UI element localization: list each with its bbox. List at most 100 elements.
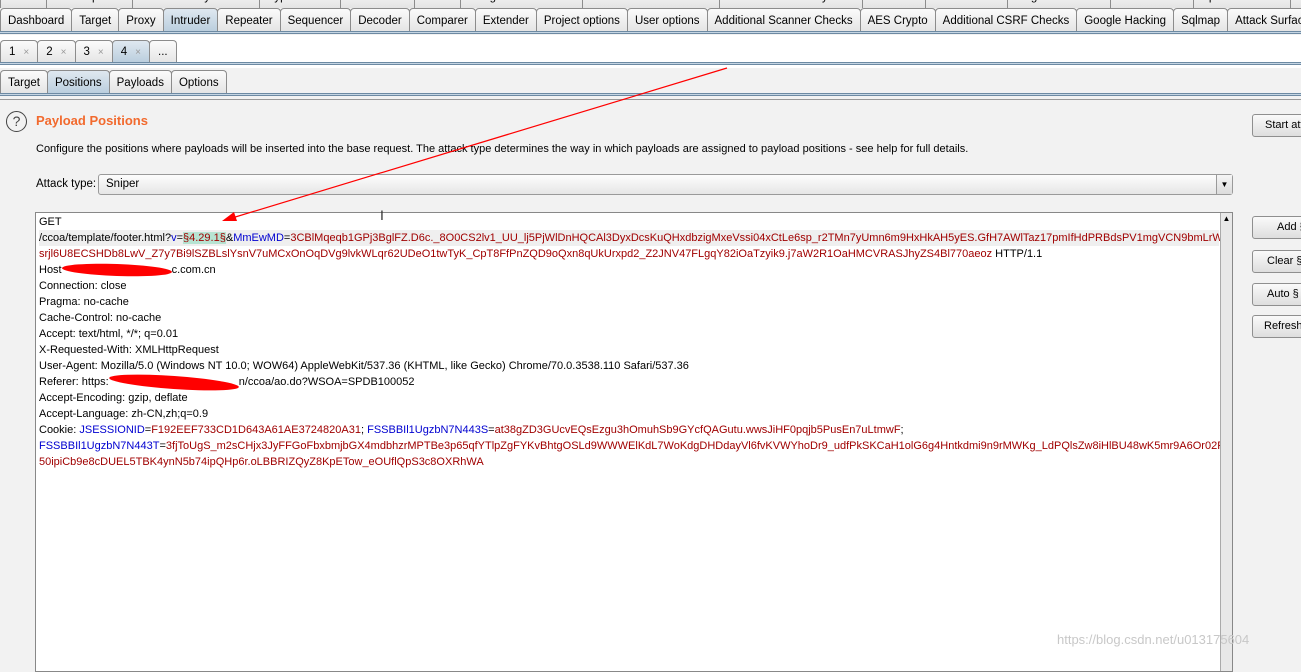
clear-marker-button[interactable]: Clear § [1252,250,1301,273]
request-line: Cookie: JSESSIONID=F192EEF733CD1D643A61A… [39,422,1219,438]
tab-sqlmap[interactable]: Sqlmap [1173,8,1229,32]
tab-bypass-waf[interactable]: Bypass WAF [258,0,341,8]
start-attack-button[interactable]: Start attack [1252,114,1301,137]
request-line: Cache-Control: no-cache [39,310,1219,326]
tab-intruder[interactable]: Intruder [162,8,219,32]
request-text: Accept: text/html, */*; q=0.01 [39,328,179,340]
add-marker-button[interactable]: Add § [1252,216,1301,239]
request-text: Cookie: [39,424,80,436]
divider [0,93,1301,96]
tab-sequencer[interactable]: Sequencer [279,8,352,32]
tab-xssvalidator[interactable]: XSSValidator [1110,0,1194,8]
tab-positions[interactable]: Positions [46,70,110,94]
tab-repeater[interactable]: Repeater [217,8,281,32]
request-text: X-Requested-With: XMLHttpRequest [39,344,219,356]
attack-type-select[interactable]: Sniper ▼ [98,174,1233,195]
tab-options[interactable]: Options [170,70,227,94]
tab-3[interactable]: 3 × [74,40,113,63]
tab-label: 4 [120,46,128,58]
panel-description: Configure the positions where payloads w… [36,143,969,155]
tab-autorepeater[interactable]: AutoRepeater [45,0,133,8]
tab-cheeling[interactable]: CHEELING [339,0,415,8]
tab-target-redirector[interactable]: Target Redirector [1006,0,1112,8]
tab-label: Proxy [126,14,156,27]
tab-aws-security-checks[interactable]: AWS Security Checks [131,0,260,8]
request-line: /ccoa/template/footer.html?v=§4.29.1§&Mm… [39,230,1232,246]
help-icon[interactable]: ? [6,111,27,132]
tab-json-js[interactable]: JSON JS [862,0,926,8]
tab-deserialization-scanner[interactable]: Deserialization Scanner [582,0,720,8]
close-icon[interactable]: × [61,47,67,58]
tab-label: Comparer [416,14,468,27]
close-icon[interactable]: × [135,47,141,58]
tab-label: AutoRepeater [54,0,125,3]
extension-tabs-row: AuthZ AutoRepeater AWS Security Checks Bypa… [0,0,1301,8]
scroll-up-icon[interactable]: ▲ [1221,213,1232,225]
close-icon[interactable]: × [98,47,104,58]
tab-label: ... [158,46,168,58]
param-value: srjl6U8ECSHDb8LwV_Z7y7Bi9lSZBLslYsnV7uMC… [39,248,993,260]
main-tabs: Dashboard Target Proxy Intruder Repeater Sequ… [0,8,1301,32]
request-text: HTTP/1.1 [992,248,1043,260]
auto-marker-button[interactable]: Auto § [1252,283,1301,306]
tab-label: Additional Scanner Checks [714,14,853,27]
tab-label: Sequencer [287,14,344,27]
tab-decoder[interactable]: Decoder [350,8,410,32]
tab-label: User options [634,14,700,27]
tab-label: Java Serialized Payloads [727,0,856,3]
tab-4[interactable]: 4 × [111,40,150,63]
tab-attack-surface-detector[interactable]: Attack Surface Detector [1227,8,1301,32]
tab-label: Sqlmap [1181,14,1221,27]
watermark: https://blog.csdn.net/u013175604 [1057,632,1250,647]
divider [0,31,1301,34]
request-line: Accept-Encoding: gzip, deflate [39,390,1219,406]
tab-java-serialized-payloads[interactable]: Java Serialized Payloads [718,0,864,8]
tab-label: Google Hacking [1084,14,1167,27]
vertical-scrollbar[interactable]: ▲ [1220,213,1232,671]
tab-2[interactable]: 2 × [37,40,76,63]
tab-extender[interactable]: Extender [474,8,537,32]
request-line: 50ipiCb9e8cDUEL5TBK4ynN5b74ipQHp6r.oLBBR… [39,454,1219,470]
tab-proxy[interactable]: Proxy [118,8,164,32]
text-cursor-icon: I [380,207,384,223]
request-editor[interactable]: GET/ccoa/template/footer.html?v=§4.29.1§… [35,212,1233,672]
tab-google-authenticator[interactable]: Google Authenticator [459,0,584,8]
tab-authz[interactable]: AuthZ [0,0,47,8]
refresh-button[interactable]: Refresh [1252,315,1301,338]
chevron-down-icon[interactable]: ▼ [1216,175,1232,194]
request-text: Cache-Control: no-cache [39,312,162,324]
redaction-mark [61,262,172,279]
tab-label: Dashboard [8,14,65,27]
tab-project-options[interactable]: Project options [535,8,628,32]
tab-upload-scanner[interactable]: Upload Scanner [1192,0,1292,8]
tab-user-options[interactable]: User options [626,8,708,32]
attack-type-value: Sniper [106,178,140,190]
tab-comparer[interactable]: Comparer [408,8,476,32]
tab-label: Project options [543,14,620,27]
tab-dashboard[interactable]: Dashboard [0,8,73,32]
param-name: MmEwMD [233,232,284,244]
param-value: 3fjToUgS_m2sCHjx3JyFFGoFbxbmjbGX4mdbhzrM… [165,440,1233,452]
tab-nope[interactable]: NoPE [1290,0,1301,8]
tab-1[interactable]: 1 × [0,40,39,63]
request-text: Pragma: no-cache [39,296,129,308]
tab-target[interactable]: Target [71,8,120,32]
tab-label: Additional CSRF Checks [942,14,1070,27]
tab-additional-csrf-checks[interactable]: Additional CSRF Checks [934,8,1078,32]
request-line: Pragma: no-cache [39,294,1219,310]
tab-additional-scanner-checks[interactable]: Additional Scanner Checks [706,8,861,32]
tab-label: AWS Security Checks [140,0,252,3]
request-text: /ccoa/template/footer.html? [39,232,172,244]
tab-label: Upload Scanner [1201,0,1283,3]
tab--[interactable]: ... [149,40,177,63]
request-text: User-Agent: Mozilla/5.0 (Windows NT 10.0… [39,360,689,372]
tab-csrf[interactable]: CSRF [413,0,461,8]
tab-aes-crypto[interactable]: AES Crypto [859,8,936,32]
tab-payloads[interactable]: Payloads [108,70,172,94]
request-line: GET [39,214,1219,230]
close-icon[interactable]: × [23,47,29,58]
tab-ssl-scanner[interactable]: SSL Scanner [924,0,1008,8]
request-text: Host [39,264,62,276]
tab-google-hacking[interactable]: Google Hacking [1076,8,1175,32]
tab-target[interactable]: Target [0,70,48,94]
